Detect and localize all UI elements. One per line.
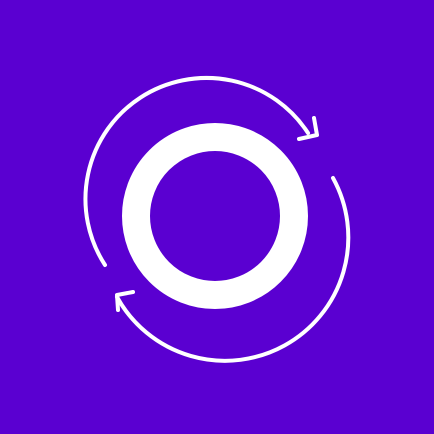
icon-background (0, 0, 434, 434)
sync-ring-logo-icon (0, 0, 434, 434)
app-icon (0, 0, 434, 434)
